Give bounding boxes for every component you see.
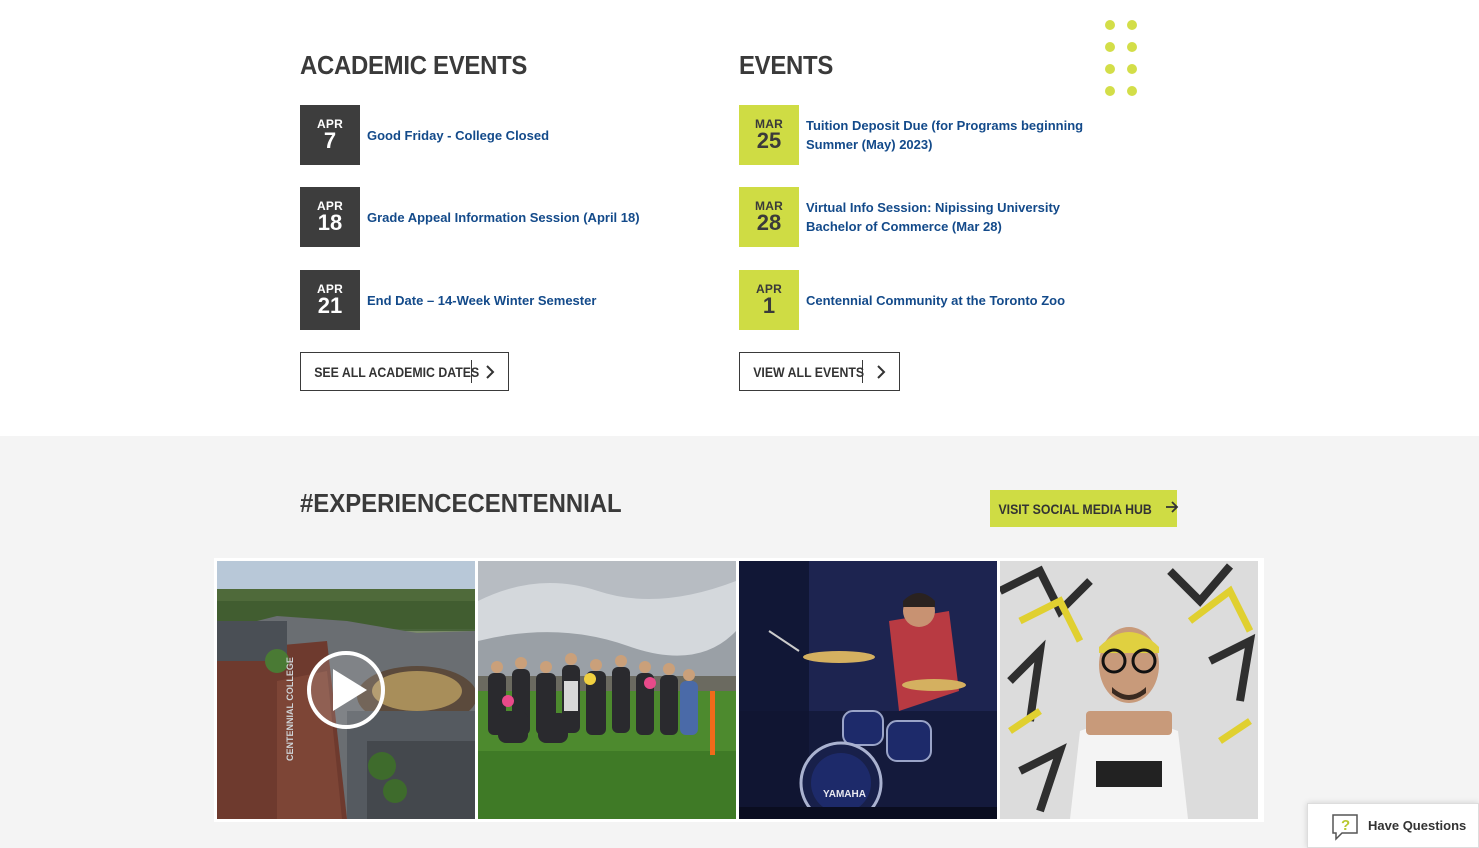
- decorative-dots: [1105, 20, 1139, 98]
- event-link[interactable]: Tuition Deposit Due (for Programs beginn…: [806, 116, 1086, 154]
- question-bubble-icon: ?: [1330, 811, 1360, 841]
- have-questions-widget[interactable]: ? Have Questions: [1307, 803, 1479, 848]
- social-post-tile[interactable]: YAMAHA: [739, 561, 997, 819]
- event-date-badge: APR 1: [739, 270, 799, 330]
- event-item[interactable]: MAR 28 Virtual Info Session: Nipissing U…: [739, 187, 1086, 247]
- event-item[interactable]: APR 1 Centennial Community at the Toront…: [739, 270, 1086, 330]
- events-title: EVENTS: [739, 50, 834, 80]
- academic-event-item[interactable]: APR 18 Grade Appeal Information Session …: [300, 187, 727, 247]
- chevron-right-icon: [863, 364, 899, 379]
- experience-centennial-title: #EXPERIENCECENTENNIAL: [300, 488, 622, 518]
- event-date-badge: MAR 25: [739, 105, 799, 165]
- event-link[interactable]: End Date – 14-Week Winter Semester: [367, 291, 727, 310]
- arrow-right-icon: [1165, 500, 1179, 517]
- social-post-tile[interactable]: CENTENNIAL COLLEGE: [217, 561, 475, 819]
- svg-text:CENTENNIAL COLLEGE: CENTENNIAL COLLEGE: [285, 657, 295, 761]
- event-date-badge: APR 7: [300, 105, 360, 165]
- svg-text:YAMAHA: YAMAHA: [823, 789, 866, 800]
- event-link[interactable]: Virtual Info Session: Nipissing Universi…: [806, 198, 1086, 236]
- social-gallery: CENTENNIAL COLLEGE YAMAHA: [214, 558, 1264, 822]
- event-link[interactable]: Grade Appeal Information Session (April …: [367, 208, 727, 227]
- event-date-badge: APR 21: [300, 270, 360, 330]
- academic-event-item[interactable]: APR 7 Good Friday - College Closed: [300, 105, 727, 165]
- event-item[interactable]: MAR 25 Tuition Deposit Due (for Programs…: [739, 105, 1086, 165]
- academic-events-title: ACADEMIC EVENTS: [300, 50, 528, 80]
- social-post-tile[interactable]: [1000, 561, 1258, 819]
- campus-aerial-image: CENTENNIAL COLLEGE: [217, 561, 475, 819]
- visit-social-media-hub-button[interactable]: VISIT SOCIAL MEDIA HUB: [990, 490, 1179, 527]
- see-all-academic-dates-button[interactable]: SEE ALL ACADEMIC DATES: [300, 352, 509, 391]
- event-link[interactable]: Good Friday - College Closed: [367, 126, 727, 145]
- portrait-photo-image: [1000, 561, 1258, 819]
- event-link[interactable]: Centennial Community at the Toronto Zoo: [806, 291, 1086, 310]
- academic-event-item[interactable]: APR 21 End Date – 14-Week Winter Semeste…: [300, 270, 727, 330]
- view-all-events-button[interactable]: VIEW ALL EVENTS: [739, 352, 900, 391]
- event-date-badge: MAR 28: [739, 187, 799, 247]
- group-photo-image: [478, 561, 736, 819]
- social-post-tile[interactable]: [478, 561, 736, 819]
- svg-text:?: ?: [1341, 817, 1350, 834]
- drummer-photo-image: YAMAHA: [739, 561, 997, 819]
- event-date-badge: APR 18: [300, 187, 360, 247]
